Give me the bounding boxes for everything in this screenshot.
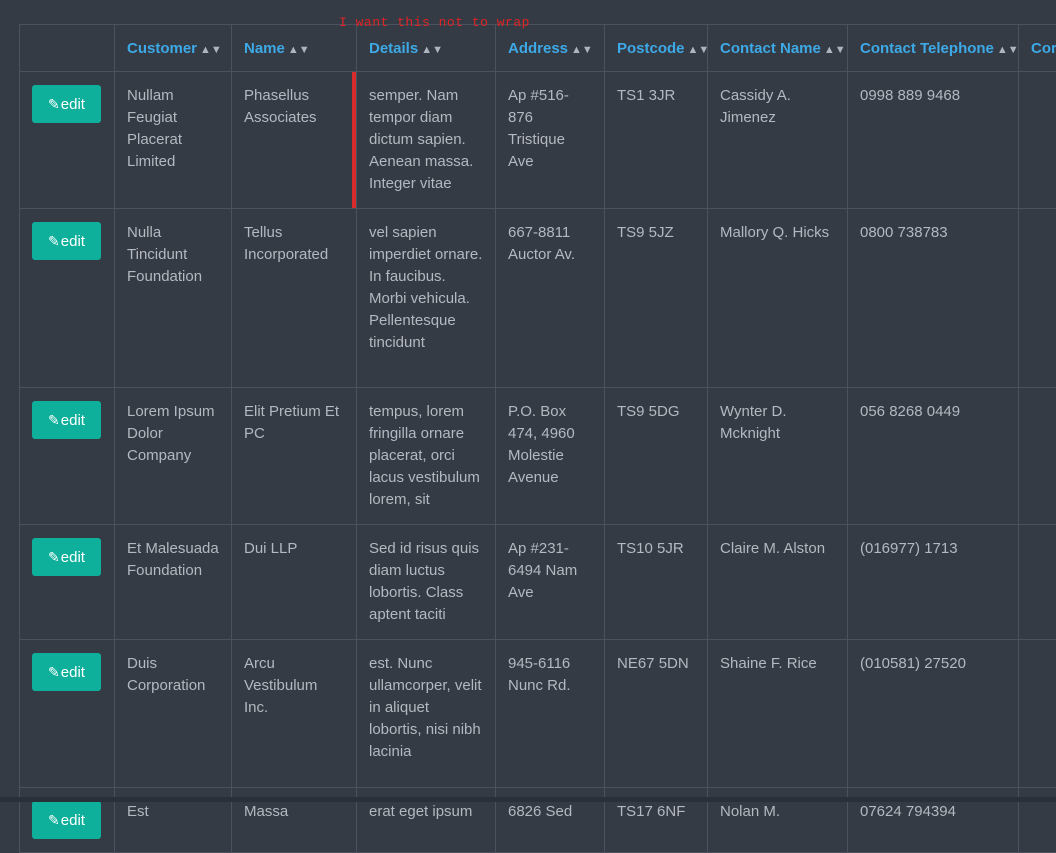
annotation-note: I want this not to wrap xyxy=(339,15,530,30)
cell-postcode: TS10 5JR xyxy=(605,525,708,640)
sort-icon[interactable]: ▲▼ xyxy=(997,44,1019,56)
cell-contact-telephone: (010581) 27520 xyxy=(848,640,1019,788)
table-row: ✎edit Nulla Tincidunt FoundationTellus In… xyxy=(20,209,1056,388)
edit-icon: ✎ xyxy=(48,96,60,112)
cell-truncated xyxy=(1019,640,1056,788)
header-postcode[interactable]: Postcode▲▼ xyxy=(605,25,708,72)
header-label: Details xyxy=(369,40,418,57)
header-contact-telephone[interactable]: Contact Telephone▲▼ xyxy=(848,25,1019,72)
table-row: ✎edit Lorem Ipsum Dolor CompanyElit Preti… xyxy=(20,388,1056,525)
header-label: Contact Telephone xyxy=(860,40,994,57)
cell-address: Ap #231-6494 Nam Ave xyxy=(496,525,605,640)
cell-truncated xyxy=(1019,525,1056,640)
cell-contact-name: Wynter D. Mcknight xyxy=(708,388,848,525)
cell-address: 667-8811 Auctor Av. xyxy=(496,209,605,388)
actions-cell: ✎edit xyxy=(20,525,115,640)
cell-truncated xyxy=(1019,388,1056,525)
cell-details: Sed id risus quis diam luctus lobortis. … xyxy=(357,525,496,640)
header-truncated[interactable]: Cor xyxy=(1019,25,1056,72)
table-header: Customer▲▼ Name▲▼ Details▲▼ Address▲▼ Po… xyxy=(20,25,1056,72)
edit-icon: ✎ xyxy=(48,549,60,565)
customers-table: Customer▲▼ Name▲▼ Details▲▼ Address▲▼ Po… xyxy=(19,24,1056,853)
cell-address: Ap #516-876 Tristique Ave xyxy=(496,72,605,209)
edit-icon: ✎ xyxy=(48,233,60,249)
cell-address: P.O. Box 474, 4960 Molestie Avenue xyxy=(496,388,605,525)
cell-customer: Lorem Ipsum Dolor Company xyxy=(115,388,232,525)
cell-postcode: NE67 5DN xyxy=(605,640,708,788)
cell-address: 945-6116 Nunc Rd. xyxy=(496,640,605,788)
sort-icon[interactable]: ▲▼ xyxy=(571,44,593,56)
cell-contact-name: Shaine F. Rice xyxy=(708,640,848,788)
header-label: Customer xyxy=(127,40,197,57)
cell-details: semper. Nam tempor diam dictum sapien. A… xyxy=(357,72,496,209)
cell-details: vel sapien imperdiet ornare. In faucibus… xyxy=(357,209,496,388)
header-label: Contact Name xyxy=(720,40,821,57)
actions-cell: ✎edit xyxy=(20,209,115,388)
edit-button[interactable]: ✎edit xyxy=(32,401,101,439)
header-customer[interactable]: Customer▲▼ xyxy=(115,25,232,72)
sort-icon[interactable]: ▲▼ xyxy=(288,44,310,56)
edit-icon: ✎ xyxy=(48,412,60,428)
cell-customer: Duis Corporation xyxy=(115,640,232,788)
cell-name: Tellus Incorporated xyxy=(232,209,357,388)
table-row: ✎edit Duis CorporationArcu Vestibulum Inc… xyxy=(20,640,1056,788)
sort-icon[interactable]: ▲▼ xyxy=(688,44,708,56)
table-row: ✎edit Et Malesuada FoundationDui LLPSed i… xyxy=(20,525,1056,640)
edit-icon: ✎ xyxy=(48,664,60,680)
cell-name: Phasellus Associates xyxy=(232,72,357,209)
cell-contact-name: Cassidy A. Jimenez xyxy=(708,72,848,209)
edit-button[interactable]: ✎edit xyxy=(32,85,101,123)
header-details[interactable]: Details▲▼ xyxy=(357,25,496,72)
edit-button-label: edit xyxy=(61,549,85,566)
cell-name: Elit Pretium Et PC xyxy=(232,388,357,525)
edit-button-label: edit xyxy=(61,664,85,681)
cell-postcode: TS1 3JR xyxy=(605,72,708,209)
cell-truncated xyxy=(1019,209,1056,388)
header-label: Address xyxy=(508,40,568,57)
cell-details: tempus, lorem fringilla ornare placerat,… xyxy=(357,388,496,525)
cell-contact-telephone: 056 8268 0449 xyxy=(848,388,1019,525)
cell-contact-telephone: (016977) 1713 xyxy=(848,525,1019,640)
header-contact-name[interactable]: Contact Name▲▼ xyxy=(708,25,848,72)
sort-icon[interactable]: ▲▼ xyxy=(824,44,846,56)
cell-contact-telephone: 0998 889 9468 xyxy=(848,72,1019,209)
cell-contact-name: Claire M. Alston xyxy=(708,525,848,640)
actions-cell: ✎edit xyxy=(20,640,115,788)
actions-cell: ✎edit xyxy=(20,388,115,525)
cell-customer: Nulla Tincidunt Foundation xyxy=(115,209,232,388)
edit-button-label: edit xyxy=(61,412,85,429)
cell-customer: Et Malesuada Foundation xyxy=(115,525,232,640)
edit-button-label: edit xyxy=(61,96,85,113)
cell-contact-name: Mallory Q. Hicks xyxy=(708,209,848,388)
header-name[interactable]: Name▲▼ xyxy=(232,25,357,72)
cell-details: est. Nunc ullamcorper, velit in aliquet … xyxy=(357,640,496,788)
edit-button[interactable]: ✎edit xyxy=(32,538,101,576)
cell-postcode: TS9 5JZ xyxy=(605,209,708,388)
cell-postcode: TS9 5DG xyxy=(605,388,708,525)
edit-button-label: edit xyxy=(61,233,85,250)
sort-icon[interactable]: ▲▼ xyxy=(421,44,443,56)
header-label: Postcode xyxy=(617,40,685,57)
edit-button[interactable]: ✎edit xyxy=(32,653,101,691)
sort-icon[interactable]: ▲▼ xyxy=(200,44,222,56)
annotation-marker xyxy=(352,72,356,208)
horizontal-scrollbar[interactable] xyxy=(0,797,1056,802)
table-row: ✎edit Nullam Feugiat Placerat LimitedPhas… xyxy=(20,72,1056,209)
edit-button-label: edit xyxy=(61,812,85,829)
cell-customer: Nullam Feugiat Placerat Limited xyxy=(115,72,232,209)
table-body: ✎editNullam Feugiat Placerat LimitedPhas… xyxy=(20,72,1056,853)
header-row: Customer▲▼ Name▲▼ Details▲▼ Address▲▼ Po… xyxy=(20,25,1056,72)
header-address[interactable]: Address▲▼ xyxy=(496,25,605,72)
actions-cell: ✎edit xyxy=(20,72,115,209)
cell-truncated xyxy=(1019,72,1056,209)
edit-icon: ✎ xyxy=(48,812,60,828)
edit-button[interactable]: ✎edit xyxy=(32,801,101,839)
cell-name: Arcu Vestibulum Inc. xyxy=(232,640,357,788)
header-label: Name xyxy=(244,40,285,57)
header-actions xyxy=(20,25,115,72)
cell-name: Dui LLP xyxy=(232,525,357,640)
header-label: Cor xyxy=(1031,40,1056,57)
cell-contact-telephone: 0800 738783 xyxy=(848,209,1019,388)
edit-button[interactable]: ✎edit xyxy=(32,222,101,260)
